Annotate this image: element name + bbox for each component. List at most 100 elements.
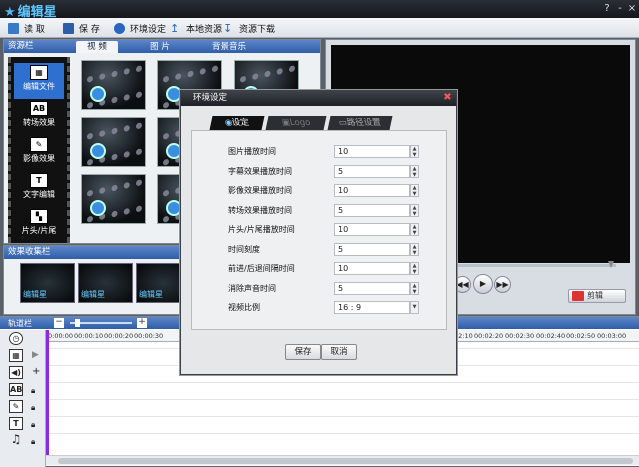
- nav-label: 编辑文件: [23, 82, 55, 91]
- play-button[interactable]: ▶: [473, 274, 493, 294]
- toolbar: 读 取 保 存 环境设定 ↥ 本地资源 ↧ 资源下载: [0, 18, 639, 38]
- upload-icon: ↥: [170, 21, 180, 35]
- tab-settings[interactable]: ◉ 设定: [209, 116, 265, 130]
- gear-icon: [114, 22, 125, 34]
- magic-icon: ✎: [30, 137, 48, 152]
- nav-edit-file[interactable]: ▦ 编辑文件: [14, 63, 64, 99]
- spinner[interactable]: ▲ ▼: [410, 282, 419, 295]
- seek-interval-input[interactable]: 10: [334, 262, 410, 275]
- save-dialog-button[interactable]: 保存: [285, 344, 321, 360]
- image-duration-input[interactable]: 10: [334, 145, 410, 158]
- dialog-close-icon[interactable]: ✖: [442, 93, 453, 104]
- nav-image-effect[interactable]: ✎ 影像效果: [14, 135, 64, 171]
- spinner[interactable]: ▲ ▼: [410, 262, 419, 275]
- tab-logo[interactable]: ▣ Logo: [265, 116, 327, 130]
- film-icon: ▦: [30, 65, 48, 80]
- video-thumb[interactable]: [81, 174, 146, 224]
- folder-open-icon: [8, 22, 19, 34]
- spinner[interactable]: ▲ ▼: [410, 184, 419, 197]
- filmstrip-nav: ▦ 编辑文件 AB 转场效果 ✎ 影像效果 T 文字编辑 ▚ 片头/片尾: [8, 57, 70, 243]
- nav-transition[interactable]: AB 转场效果: [14, 99, 64, 135]
- nav-text-edit[interactable]: T 文字编辑: [14, 171, 64, 207]
- nav-intro-outro[interactable]: ▚ 片头/片尾: [14, 207, 64, 243]
- lock-icon[interactable]: 🔒︎: [31, 420, 40, 429]
- field-label: 字幕效果播放时间: [228, 167, 292, 176]
- nav-label: 影像效果: [23, 154, 55, 163]
- download-icon: ↧: [223, 21, 233, 35]
- blocks-icon: ▚: [30, 209, 48, 224]
- transition-duration-input[interactable]: 5: [334, 204, 410, 217]
- nav-label: 转场效果: [23, 118, 55, 127]
- aspect-ratio-select[interactable]: 16 : 9: [334, 301, 410, 314]
- intro-outro-duration-input[interactable]: 10: [334, 223, 410, 236]
- add-track-icon[interactable]: +: [32, 366, 40, 377]
- spinner[interactable]: ▲ ▼: [410, 204, 419, 217]
- spinner[interactable]: ▲ ▼: [410, 145, 419, 158]
- tab-label: 设定: [231, 118, 251, 128]
- horizontal-scrollbar[interactable]: [46, 455, 639, 465]
- tick-label: 00:02:50: [566, 332, 596, 340]
- tab-music[interactable]: 背景音乐: [202, 41, 256, 53]
- mute-duration-input[interactable]: 5: [334, 282, 410, 295]
- effect-thumb[interactable]: 编辑星: [20, 263, 75, 303]
- env-label: 环境设定: [130, 24, 167, 35]
- lock-icon[interactable]: 🔒︎: [31, 386, 40, 395]
- save-icon: [63, 22, 74, 34]
- zoom-slider-handle[interactable]: [75, 319, 80, 327]
- tick-label: 0:00:00: [48, 332, 74, 340]
- playhead[interactable]: [46, 330, 49, 462]
- text-track-icon: T: [9, 417, 23, 430]
- spinner[interactable]: ▲ ▼: [410, 223, 419, 236]
- spinner[interactable]: ▲ ▼: [410, 165, 419, 178]
- lock-icon[interactable]: 🔒︎: [31, 437, 40, 446]
- tick-label: 00:02:40: [536, 332, 566, 340]
- tab-path[interactable]: ▭ 路径设置: [327, 116, 393, 130]
- spinner[interactable]: ▲ ▼: [410, 243, 419, 256]
- minimize-button[interactable]: -: [614, 2, 626, 15]
- video-thumb[interactable]: [81, 60, 146, 110]
- film-track-icon: ▦: [9, 349, 23, 362]
- image-effect-duration-input[interactable]: 10: [334, 184, 410, 197]
- forward-button[interactable]: ▶▶: [494, 276, 511, 293]
- effect-thumb[interactable]: 编辑星: [78, 263, 133, 303]
- timeline-title: 轨道栏: [8, 319, 32, 328]
- tick-label: 00:00:10: [74, 332, 104, 340]
- field-label: 消除声音时间: [228, 284, 276, 293]
- dialog-title: 环境设定: [181, 91, 456, 106]
- tab-video[interactable]: 视 频: [76, 41, 118, 53]
- audio-track-icon: ◀): [9, 366, 23, 379]
- tick-label: 00:02:20: [474, 332, 504, 340]
- save-label: 保 存: [79, 24, 100, 35]
- help-button[interactable]: ?: [601, 2, 613, 15]
- text-icon: T: [30, 173, 48, 188]
- lock-icon[interactable]: 🔒︎: [31, 403, 40, 412]
- field-label: 转场效果播放时间: [228, 206, 292, 215]
- read-button[interactable]: 读 取: [8, 21, 45, 35]
- ab-icon: AB: [30, 101, 48, 116]
- tick-label: 00:03:00: [597, 332, 627, 340]
- clock-icon: ◷: [9, 332, 23, 345]
- field-label: 影像效果播放时间: [228, 186, 292, 195]
- tab-image[interactable]: 图 片: [140, 41, 180, 53]
- video-thumb[interactable]: [81, 117, 146, 167]
- tick-label: 00:02:30: [505, 332, 535, 340]
- scissors-icon: [572, 291, 584, 301]
- zoom-out-button[interactable]: −: [54, 318, 64, 328]
- cancel-button[interactable]: 取消: [321, 344, 357, 360]
- local-resource-button[interactable]: ↥ 本地资源: [170, 21, 222, 35]
- close-button[interactable]: ×: [626, 2, 638, 15]
- cut-button[interactable]: 剪辑: [568, 289, 626, 303]
- time-scale-input[interactable]: 5: [334, 243, 410, 256]
- settings-dialog: 环境设定 ✖ ◉ 设定 ▣ Logo ▭ 路径设置 图片播放时间 10 ▲ ▼ 字…: [180, 90, 457, 375]
- play-track-icon[interactable]: ▶: [32, 350, 39, 360]
- local-label: 本地资源: [186, 24, 223, 35]
- zoom-in-button[interactable]: +: [137, 318, 147, 328]
- tab-label: Logo: [288, 118, 312, 128]
- effect-track-icon: ✎: [9, 400, 23, 413]
- save-button[interactable]: 保 存: [63, 21, 100, 35]
- chevron-down-icon[interactable]: ▼: [410, 301, 419, 314]
- env-settings-button[interactable]: 环境设定: [114, 21, 166, 35]
- subtitle-duration-input[interactable]: 5: [334, 165, 410, 178]
- field-label: 图片播放时间: [228, 147, 276, 156]
- resource-download-button[interactable]: ↧ 资源下载: [223, 21, 275, 35]
